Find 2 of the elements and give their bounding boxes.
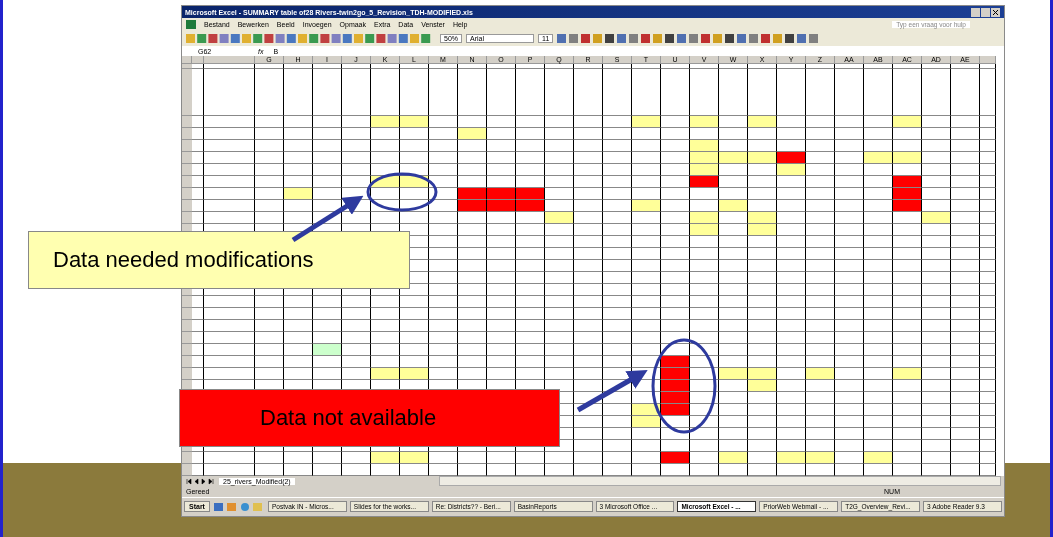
callout-tooltip: Data not available [179, 389, 560, 447]
callout-tooltip: Data needed modifications [28, 231, 410, 289]
